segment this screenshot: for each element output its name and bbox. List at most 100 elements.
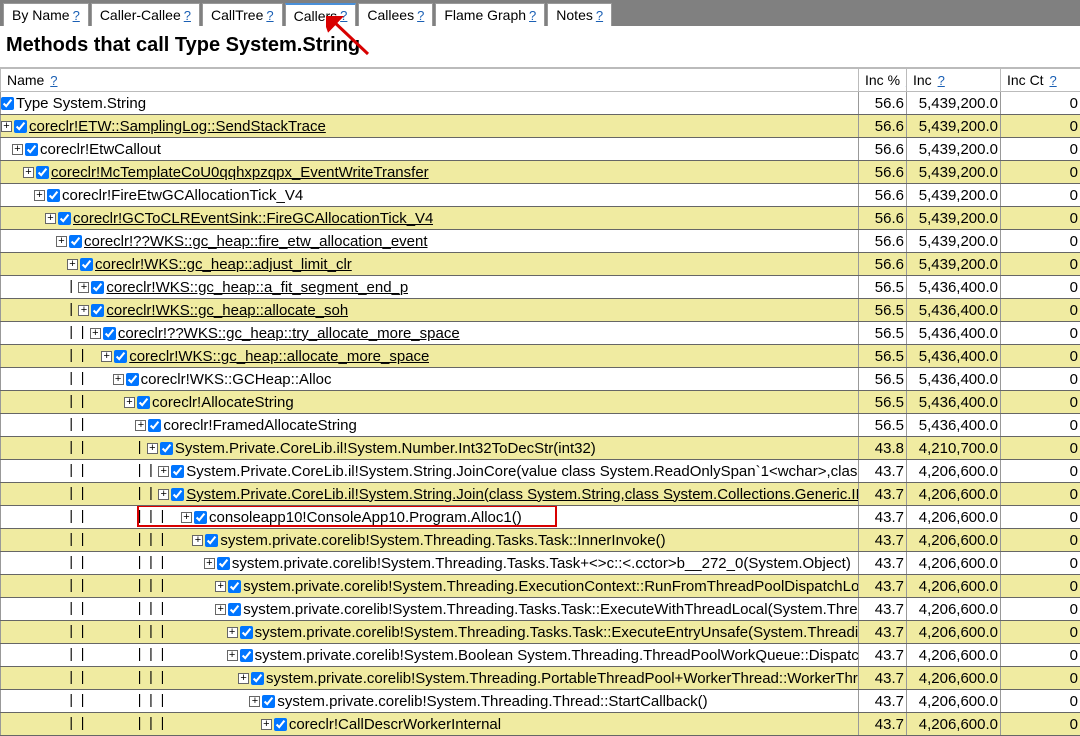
table-row[interactable]: || +coreclr!FramedAllocateString56.55,43… bbox=[1, 414, 1080, 437]
table-row[interactable]: |+coreclr!WKS::gc_heap::a_fit_segment_en… bbox=[1, 276, 1080, 299]
row-checkbox[interactable] bbox=[171, 465, 184, 478]
help-icon[interactable]: ? bbox=[596, 8, 603, 23]
expander-icon[interactable]: + bbox=[124, 397, 135, 408]
expander-icon[interactable]: + bbox=[215, 604, 226, 615]
row-checkbox[interactable] bbox=[194, 511, 207, 524]
expander-icon[interactable]: + bbox=[215, 581, 226, 592]
row-checkbox[interactable] bbox=[148, 419, 161, 432]
row-checkbox[interactable] bbox=[91, 281, 104, 294]
expander-icon[interactable]: + bbox=[56, 236, 67, 247]
help-icon[interactable]: ? bbox=[73, 8, 80, 23]
table-row[interactable]: || ||| +consoleapp10!ConsoleApp10.Progra… bbox=[1, 506, 1080, 529]
table-row[interactable]: Type System.String56.65,439,200.00 bbox=[1, 92, 1080, 115]
col-header-name[interactable]: Name ? bbox=[1, 69, 859, 92]
row-checkbox[interactable] bbox=[274, 718, 287, 731]
table-row[interactable]: +coreclr!McTemplateCoU0qqhxpzqpx_EventWr… bbox=[1, 161, 1080, 184]
expander-icon[interactable]: + bbox=[192, 535, 203, 546]
col-header-incp[interactable]: Inc % ? bbox=[859, 69, 907, 92]
table-row[interactable]: || ||| +system.private.corelib!System.Th… bbox=[1, 575, 1080, 598]
expander-icon[interactable]: + bbox=[181, 512, 192, 523]
expander-icon[interactable]: + bbox=[34, 190, 45, 201]
table-row[interactable]: +coreclr!??WKS::gc_heap::fire_etw_alloca… bbox=[1, 230, 1080, 253]
row-checkbox[interactable] bbox=[103, 327, 116, 340]
help-icon[interactable]: ? bbox=[50, 73, 57, 88]
row-checkbox[interactable] bbox=[251, 672, 264, 685]
tab-caller-callee[interactable]: Caller-Callee? bbox=[91, 3, 200, 26]
table-row[interactable]: || ||| +coreclr!CallDescrWorkerInternal4… bbox=[1, 713, 1080, 736]
row-checkbox[interactable] bbox=[91, 304, 104, 317]
help-icon[interactable]: ? bbox=[184, 8, 191, 23]
expander-icon[interactable]: + bbox=[90, 328, 101, 339]
row-checkbox[interactable] bbox=[205, 534, 218, 547]
help-icon[interactable]: ? bbox=[1049, 73, 1056, 88]
table-row[interactable]: ||+coreclr!??WKS::gc_heap::try_allocate_… bbox=[1, 322, 1080, 345]
help-icon[interactable]: ? bbox=[417, 8, 424, 23]
tab-by-name[interactable]: By Name? bbox=[3, 3, 89, 26]
expander-icon[interactable]: + bbox=[135, 420, 146, 431]
expander-icon[interactable]: + bbox=[23, 167, 34, 178]
expander-icon[interactable]: + bbox=[158, 466, 169, 477]
row-checkbox[interactable] bbox=[14, 120, 27, 133]
expander-icon[interactable]: + bbox=[67, 259, 78, 270]
expander-icon[interactable]: + bbox=[227, 650, 238, 661]
row-checkbox[interactable] bbox=[58, 212, 71, 225]
help-icon[interactable]: ? bbox=[529, 8, 536, 23]
col-header-inc[interactable]: Inc ? bbox=[907, 69, 1001, 92]
expander-icon[interactable]: + bbox=[12, 144, 23, 155]
tab-callees[interactable]: Callees? bbox=[358, 3, 433, 26]
col-header-incc[interactable]: Inc Ct ? bbox=[1001, 69, 1080, 92]
help-icon[interactable]: ? bbox=[266, 8, 273, 23]
table-row[interactable]: +coreclr!EtwCallout56.65,439,200.00 bbox=[1, 138, 1080, 161]
row-checkbox[interactable] bbox=[217, 557, 230, 570]
expander-icon[interactable]: + bbox=[1, 121, 12, 132]
row-checkbox[interactable] bbox=[1, 97, 14, 110]
expander-icon[interactable]: + bbox=[249, 696, 260, 707]
expander-icon[interactable]: + bbox=[78, 282, 89, 293]
table-row[interactable]: |+coreclr!WKS::gc_heap::allocate_soh56.5… bbox=[1, 299, 1080, 322]
row-checkbox[interactable] bbox=[80, 258, 93, 271]
expander-icon[interactable]: + bbox=[227, 627, 238, 638]
expander-icon[interactable]: + bbox=[261, 719, 272, 730]
expander-icon[interactable]: + bbox=[78, 305, 89, 316]
table-row[interactable]: || ||| +system.private.corelib!System.Th… bbox=[1, 690, 1080, 713]
row-checkbox[interactable] bbox=[171, 488, 184, 501]
tab-callers[interactable]: Callers? bbox=[285, 3, 357, 26]
table-row[interactable]: || ||| +system.private.corelib!System.Th… bbox=[1, 598, 1080, 621]
row-checkbox[interactable] bbox=[228, 580, 241, 593]
row-checkbox[interactable] bbox=[47, 189, 60, 202]
expander-icon[interactable]: + bbox=[158, 489, 169, 500]
row-checkbox[interactable] bbox=[228, 603, 241, 616]
table-row[interactable]: || ||| +system.private.corelib!System.Bo… bbox=[1, 644, 1080, 667]
expander-icon[interactable]: + bbox=[45, 213, 56, 224]
tab-flame-graph[interactable]: Flame Graph? bbox=[435, 3, 545, 26]
row-checkbox[interactable] bbox=[69, 235, 82, 248]
row-checkbox[interactable] bbox=[114, 350, 127, 363]
table-row[interactable]: +coreclr!WKS::gc_heap::adjust_limit_clr5… bbox=[1, 253, 1080, 276]
row-checkbox[interactable] bbox=[137, 396, 150, 409]
expander-icon[interactable]: + bbox=[147, 443, 158, 454]
table-row[interactable]: || |+System.Private.CoreLib.il!System.Nu… bbox=[1, 437, 1080, 460]
row-checkbox[interactable] bbox=[25, 143, 38, 156]
table-row[interactable]: || ||| +system.private.corelib!System.Th… bbox=[1, 621, 1080, 644]
expander-icon[interactable]: + bbox=[101, 351, 112, 362]
table-row[interactable]: +coreclr!ETW::SamplingLog::SendStackTrac… bbox=[1, 115, 1080, 138]
table-row[interactable]: +coreclr!FireEtwGCAllocationTick_V456.65… bbox=[1, 184, 1080, 207]
table-row[interactable]: || ||| +system.private.corelib!System.Th… bbox=[1, 667, 1080, 690]
table-row[interactable]: || +coreclr!AllocateString56.55,436,400.… bbox=[1, 391, 1080, 414]
table-row[interactable]: || ||+System.Private.CoreLib.il!System.S… bbox=[1, 460, 1080, 483]
help-icon[interactable]: ? bbox=[340, 8, 347, 23]
expander-icon[interactable]: + bbox=[238, 673, 249, 684]
help-icon[interactable]: ? bbox=[938, 73, 945, 88]
tab-calltree[interactable]: CallTree? bbox=[202, 3, 283, 26]
row-checkbox[interactable] bbox=[262, 695, 275, 708]
row-checkbox[interactable] bbox=[36, 166, 49, 179]
row-checkbox[interactable] bbox=[126, 373, 139, 386]
table-row[interactable]: || ||+System.Private.CoreLib.il!System.S… bbox=[1, 483, 1080, 506]
table-row[interactable]: +coreclr!GCToCLREventSink::FireGCAllocat… bbox=[1, 207, 1080, 230]
tab-notes[interactable]: Notes? bbox=[547, 3, 612, 26]
table-row[interactable]: || ||| +system.private.corelib!System.Th… bbox=[1, 529, 1080, 552]
row-checkbox[interactable] bbox=[240, 626, 253, 639]
row-checkbox[interactable] bbox=[160, 442, 173, 455]
row-checkbox[interactable] bbox=[240, 649, 253, 662]
table-row[interactable]: || +coreclr!WKS::gc_heap::allocate_more_… bbox=[1, 345, 1080, 368]
